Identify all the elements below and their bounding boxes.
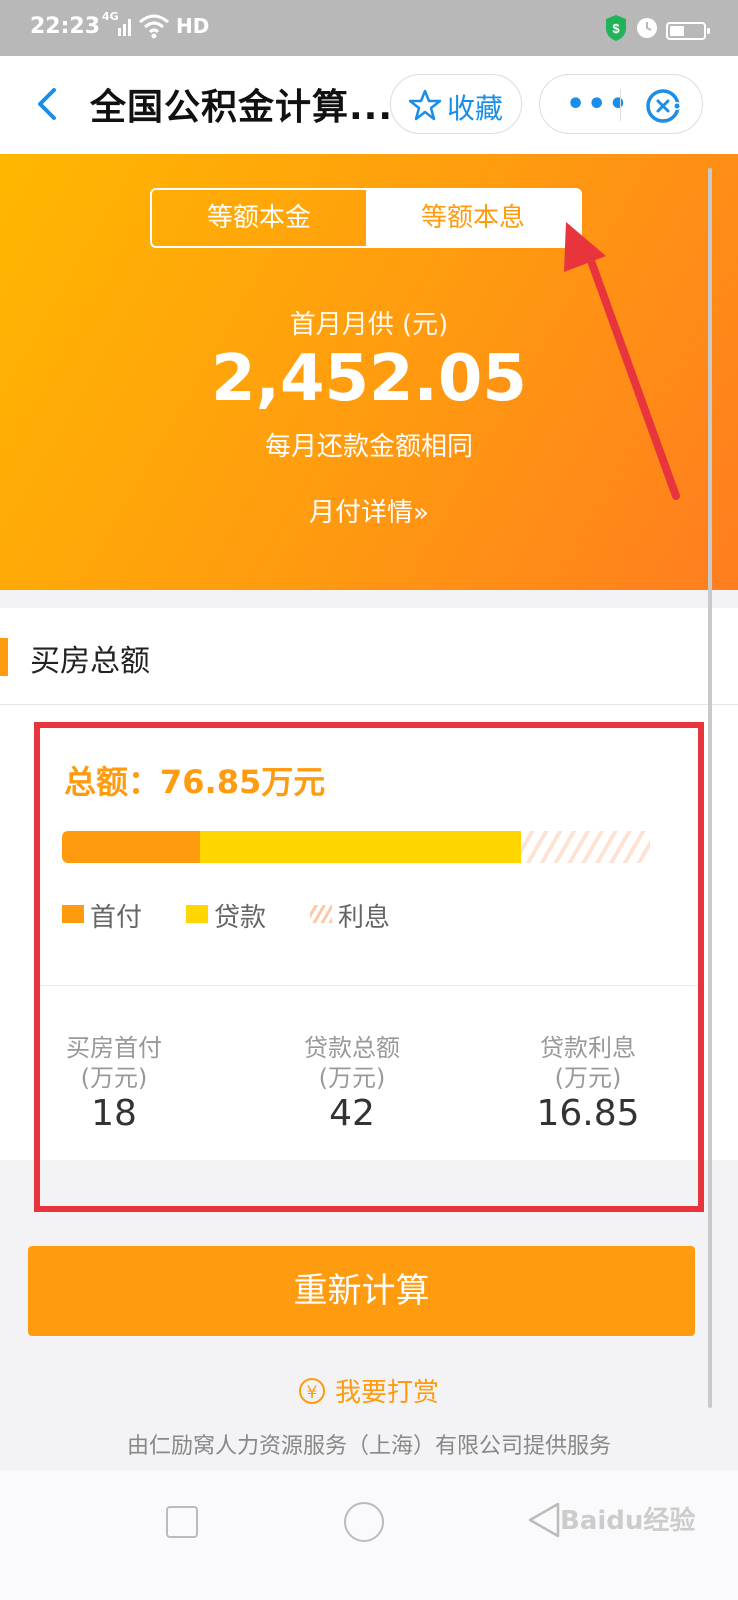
reward-label: 我要打赏 [334,1378,439,1408]
legend-swatch [62,905,84,923]
tab-equal-principal[interactable]: 等额本金 [152,190,366,246]
stat-label: 贷款利息 [540,1034,636,1062]
stat-value: 16.85 [536,1093,640,1134]
home-icon[interactable] [344,1502,384,1542]
svg-text:$: $ [612,21,620,36]
legend-label: 首付 [90,903,143,933]
status-time: 22:23 [30,14,101,39]
stats-divider [40,985,698,986]
bar-segment-down-payment [62,831,200,863]
stat-value: 42 [329,1093,375,1134]
miniapp-capsule: ••• [539,74,703,134]
first-month-amount: 2,452.05 [211,342,527,416]
yen-icon: ¥ [298,1377,325,1404]
bar-segment-loan [200,831,521,863]
payment-note: 每月还款金额相同 [264,432,473,462]
recent-apps-icon[interactable] [166,1506,198,1538]
status-bar: 22:23 4G HD $ [0,0,738,56]
network-type: 4G [102,10,119,23]
repayment-method-tabs: 等额本金 等额本息 [150,188,582,248]
first-month-label: 首月月供 (元) [289,310,449,340]
payment-summary: 等额本金 等额本息 首月月供 (元) 2,452.05 每月还款金额相同 月付详… [0,154,738,590]
alarm-icon [637,18,657,38]
bar-segment-interest [521,831,650,863]
purchase-breakdown-card: 总额：76.85万元 首付 贷款 利息 买房首付 (万元) 18 贷款总额 (万… [0,705,738,1160]
system-back-icon[interactable] [526,1500,562,1540]
wifi-icon [139,14,169,39]
section-title: 买房总额 [30,644,150,679]
stat-unit: (万元) [554,1064,622,1092]
watermark-logo: Baidu经验 [560,1506,696,1536]
favorite-button[interactable]: 收藏 [390,74,522,134]
star-icon [409,89,441,121]
battery-icon [666,22,710,40]
stat-unit: (万元) [80,1064,148,1092]
legend-label: 利息 [338,903,391,933]
stat-label: 买房首付 [66,1034,162,1062]
section-header: 买房总额 [0,608,738,705]
close-miniapp-icon[interactable] [644,87,682,125]
legend-swatch [186,905,208,923]
monthly-detail-link[interactable]: 月付详情» [0,492,738,529]
back-icon[interactable] [30,86,66,122]
provider-text: 由仁励窝人力资源服务（上海）有限公司提供服务 [126,1434,611,1459]
stat-loan-interest: 贷款利息 (万元) 16.85 [488,1033,688,1135]
stat-label: 贷款总额 [304,1034,400,1062]
hd-indicator: HD [176,14,210,38]
stat-down-payment: 买房首付 (万元) 18 [14,1033,214,1135]
stat-loan-total: 贷款总额 (万元) 42 [252,1033,452,1135]
tab-equal-installment[interactable]: 等额本息 [366,190,580,246]
recalculate-button[interactable]: 重新计算 [28,1246,695,1336]
page-title: 全国公积金计算... [90,87,394,128]
capsule-divider [620,89,621,121]
stat-value: 18 [91,1093,137,1134]
breakdown-bar [62,831,650,863]
section-accent-bar [0,638,8,676]
scrollbar[interactable] [708,168,712,1408]
shield-icon: $ [606,15,626,41]
legend-swatch [310,905,332,923]
reward-link[interactable]: ¥ 我要打赏 [0,1372,738,1412]
nav-bar: 全国公积金计算... 收藏 ••• [0,56,738,154]
favorite-label: 收藏 [447,92,504,125]
total-amount: 总额：76.85万元 [64,763,326,801]
stat-unit: (万元) [318,1064,386,1092]
legend-label: 贷款 [214,903,267,933]
signal-icon [118,19,131,36]
